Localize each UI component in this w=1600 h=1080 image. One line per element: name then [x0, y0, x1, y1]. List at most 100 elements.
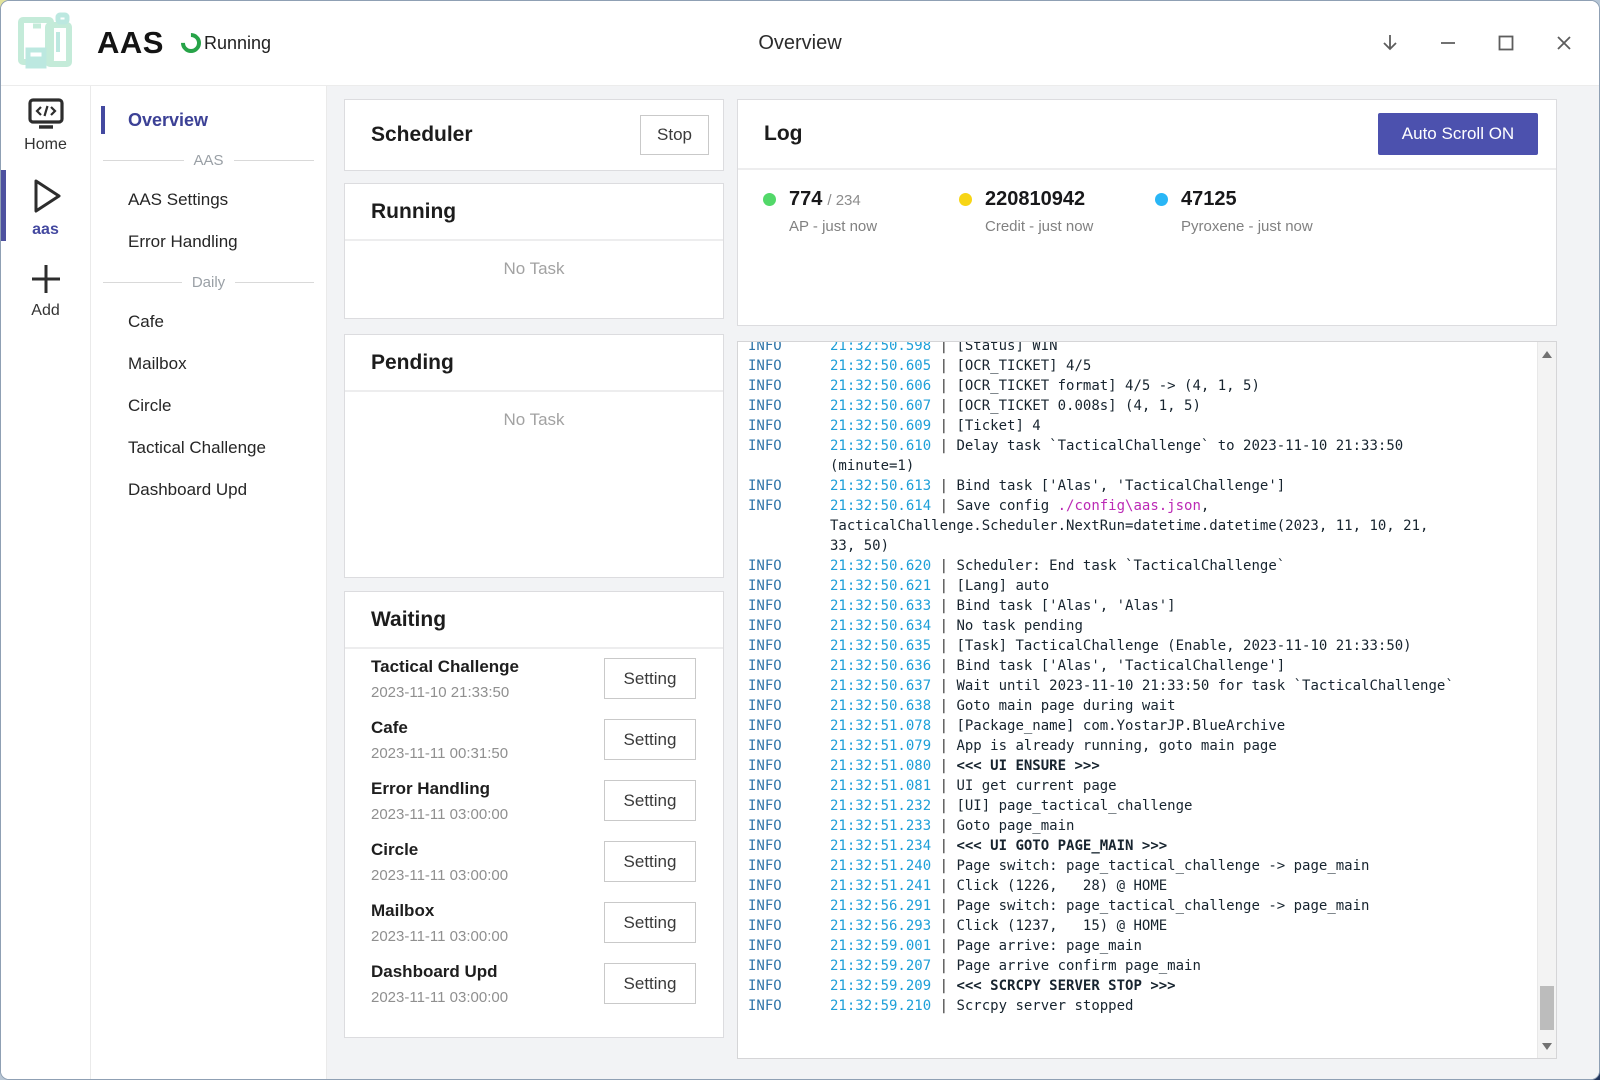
close-icon[interactable]: [1553, 32, 1575, 54]
setting-button[interactable]: Setting: [604, 780, 696, 821]
log-entry: INFO21:32:51.078 | [Package_name] com.Yo…: [748, 716, 1535, 736]
scrollbar-up-arrow-icon[interactable]: [1538, 346, 1556, 362]
plus-icon: [26, 259, 66, 299]
log-entry: INFO21:32:51.081 | UI get current page: [748, 776, 1535, 796]
log-entry: INFO21:32:50.609 | [Ticket] 4: [748, 416, 1535, 436]
log-entry: INFO21:32:50.605 | [OCR_TICKET] 4/5: [748, 356, 1535, 376]
waiting-task-list: Tactical Challenge2023-11-10 21:33:50Set…: [345, 649, 723, 1015]
log-scrollbar: [1537, 342, 1556, 1058]
waiting-task: Circle2023-11-11 03:00:00Setting: [345, 832, 723, 893]
waiting-title: Waiting: [371, 608, 446, 632]
sidebar-divider-daily: Daily: [91, 263, 326, 301]
setting-button[interactable]: Setting: [604, 963, 696, 1004]
rail-label-home: Home: [24, 136, 67, 154]
stat-value: 47125: [1181, 188, 1237, 211]
stat-dot-icon: [763, 193, 776, 206]
scrollbar-thumb[interactable]: [1540, 986, 1554, 1030]
log-entry: INFO21:32:50.614 | Save config ./config\…: [748, 496, 1535, 556]
log-output[interactable]: INFO21:32:50.598 | [Status] WININFO21:32…: [737, 341, 1557, 1059]
app-logo-icon: [13, 12, 79, 74]
resource-stat: 774/ 234AP - just now: [763, 188, 959, 235]
pending-card-head: Pending: [345, 335, 723, 392]
log-entry: INFO21:32:59.210 | Scrcpy server stopped: [748, 996, 1535, 1016]
download-icon[interactable]: [1379, 32, 1401, 54]
pending-empty-label: No Task: [345, 410, 723, 430]
stat-label: Credit - just now: [985, 218, 1093, 235]
log-entry: INFO21:32:51.079 | App is already runnin…: [748, 736, 1535, 756]
setting-button[interactable]: Setting: [604, 841, 696, 882]
log-entry: INFO21:32:50.638 | Goto main page during…: [748, 696, 1535, 716]
minimize-icon[interactable]: [1437, 32, 1459, 54]
play-icon: [23, 174, 69, 218]
log-entry: INFO21:32:50.613 | Bind task ['Alas', 'T…: [748, 476, 1535, 496]
stat-value: 774: [789, 188, 822, 211]
running-card: Running No Task: [344, 183, 724, 319]
running-spinner-icon: [177, 29, 205, 57]
sidebar-item-dashboard-upd[interactable]: Dashboard Upd: [91, 469, 326, 511]
active-indicator-bar: [101, 106, 105, 134]
setting-button[interactable]: Setting: [604, 902, 696, 943]
rail-label-aas: aas: [32, 221, 59, 239]
log-entry: INFO21:32:50.620 | Scheduler: End task `…: [748, 556, 1535, 576]
log-entry: INFO21:32:50.607 | [OCR_TICKET 0.008s] (…: [748, 396, 1535, 416]
log-title: Log: [764, 122, 802, 146]
stat-value: 220810942: [985, 188, 1085, 211]
sidebar-item-cafe[interactable]: Cafe: [91, 301, 326, 343]
resource-stats: 774/ 234AP - just now 220810942 Credit - j…: [738, 188, 1556, 235]
app-name: AAS: [97, 25, 164, 61]
running-title: Running: [371, 200, 456, 224]
scrollbar-down-arrow-icon[interactable]: [1538, 1038, 1556, 1054]
log-entry: INFO21:32:50.633 | Bind task ['Alas', 'A…: [748, 596, 1535, 616]
waiting-card-head: Waiting: [345, 592, 723, 649]
log-entry: INFO21:32:50.634 | No task pending: [748, 616, 1535, 636]
waiting-task: Error Handling2023-11-11 03:00:00Setting: [345, 771, 723, 832]
log-entry: INFO21:32:59.209 | <<< SCRCPY SERVER STO…: [748, 976, 1535, 996]
log-lines: INFO21:32:50.598 | [Status] WININFO21:32…: [748, 342, 1535, 1016]
auto-scroll-button[interactable]: Auto Scroll ON: [1378, 113, 1538, 155]
log-entry: INFO21:32:51.232 | [UI] page_tactical_ch…: [748, 796, 1535, 816]
log-entry: INFO21:32:50.637 | Wait until 2023-11-10…: [748, 676, 1535, 696]
log-entry: INFO21:32:56.293 | Click (1237, 15) @ HO…: [748, 916, 1535, 936]
log-entry: INFO21:32:59.001 | Page arrive: page_mai…: [748, 936, 1535, 956]
setting-button[interactable]: Setting: [604, 658, 696, 699]
waiting-task: Cafe2023-11-11 00:31:50Setting: [345, 710, 723, 771]
scheduler-title: Scheduler: [371, 123, 473, 147]
log-entry: INFO21:32:51.080 | <<< UI ENSURE >>>: [748, 756, 1535, 776]
log-entry: INFO21:32:51.233 | Goto page_main: [748, 816, 1535, 836]
setting-button[interactable]: Setting: [604, 719, 696, 760]
sidebar-item-mailbox[interactable]: Mailbox: [91, 343, 326, 385]
log-entry: INFO21:32:50.606 | [OCR_TICKET format] 4…: [748, 376, 1535, 396]
waiting-task: Dashboard Upd2023-11-11 03:00:00Setting: [345, 954, 723, 1015]
stat-dot-icon: [959, 193, 972, 206]
log-entry: INFO21:32:59.207 | Page arrive confirm p…: [748, 956, 1535, 976]
brand: AAS Running: [13, 10, 271, 76]
sidebar-item-error-handling[interactable]: Error Handling: [91, 221, 326, 263]
stop-button[interactable]: Stop: [640, 115, 709, 155]
rail-item-aas[interactable]: aas: [1, 170, 90, 245]
code-monitor-icon: [26, 97, 66, 133]
rail-item-add[interactable]: Add: [1, 259, 90, 320]
log-entry: INFO21:32:50.621 | [Lang] auto: [748, 576, 1535, 596]
sidebar-item-circle[interactable]: Circle: [91, 385, 326, 427]
waiting-task: Tactical Challenge2023-11-10 21:33:50Set…: [345, 649, 723, 710]
log-card: Log Auto Scroll ON 774/ 234AP - just now…: [737, 99, 1557, 326]
titlebar: AAS Running Overview: [1, 1, 1599, 86]
log-entry: INFO21:32:51.241 | Click (1226, 28) @ HO…: [748, 876, 1535, 896]
maximize-icon[interactable]: [1495, 32, 1517, 54]
sidebar-item-aas-settings[interactable]: AAS Settings: [91, 179, 326, 221]
resource-stat: 47125Pyroxene - just now: [1155, 188, 1351, 235]
main-content: Scheduler Stop Running No Task Pending N…: [327, 85, 1599, 1079]
scheduler-card: Scheduler Stop: [344, 99, 724, 171]
log-entry: INFO21:32:50.598 | [Status] WIN: [748, 342, 1535, 356]
stat-label: AP - just now: [789, 218, 877, 235]
sidebar-item-tactical-challenge[interactable]: Tactical Challenge: [91, 427, 326, 469]
log-entry: INFO21:32:51.234 | <<< UI GOTO PAGE_MAIN…: [748, 836, 1535, 856]
sidebar-divider-aas: AAS: [91, 141, 326, 179]
log-entry: INFO21:32:50.610 | Delay task `TacticalC…: [748, 436, 1535, 476]
rail-item-home[interactable]: Home: [1, 97, 90, 154]
log-entry: INFO21:32:50.635 | [Task] TacticalChalle…: [748, 636, 1535, 656]
nav-rail: Home aas Add: [1, 85, 91, 1079]
run-status: Running: [204, 33, 271, 54]
waiting-card: Waiting Tactical Challenge2023-11-10 21:…: [344, 591, 724, 1038]
sidebar-item-overview[interactable]: Overview: [91, 99, 326, 141]
